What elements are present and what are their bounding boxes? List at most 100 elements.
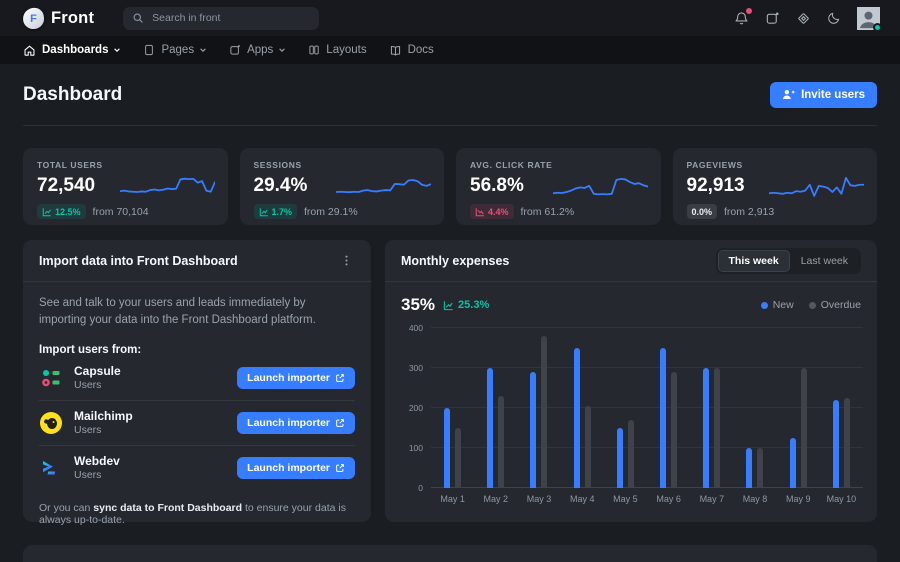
nav-item-apps[interactable]: Apps: [229, 44, 286, 56]
legend-item-overdue[interactable]: Overdue: [809, 299, 861, 311]
card-options-kebab-icon[interactable]: [338, 252, 355, 269]
global-search[interactable]: [123, 7, 319, 30]
bar-new: [833, 400, 839, 488]
chart-legend: New Overdue: [761, 299, 861, 311]
stat-card: TOTAL USERS 72,540 12.5% from 70,104: [23, 148, 228, 225]
bar-group-may-6: [660, 348, 677, 488]
source-name: Capsule: [74, 364, 121, 378]
bar-overdue: [671, 372, 677, 488]
user-avatar[interactable]: [857, 7, 880, 30]
notification-badge: [746, 8, 752, 14]
nav-label: Docs: [408, 44, 434, 56]
topbar-actions: [734, 7, 880, 30]
search-icon: [132, 12, 144, 24]
legend-label: New: [773, 299, 794, 311]
nav-label: Apps: [247, 44, 273, 56]
import-card-title: Import data into Front Dashboard: [39, 254, 238, 268]
apps-launcher-icon[interactable]: [765, 11, 780, 26]
bar-group-may-8: [746, 448, 763, 488]
source-name: Mailchimp: [74, 409, 133, 423]
expenses-bar-chart: 0100200300400: [401, 328, 863, 488]
bar-new: [617, 428, 623, 488]
chart-x-axis-labels: May 1May 2May 3May 4May 5May 6May 7May 8…: [431, 494, 863, 504]
x-axis-label: May 10: [820, 494, 863, 504]
y-axis-tick: 0: [401, 483, 423, 493]
top-navbar: F Front: [0, 0, 900, 36]
source-type: Users: [74, 424, 133, 436]
trend-delta: 4.4%: [488, 207, 509, 217]
invite-users-button[interactable]: Invite users: [770, 82, 877, 108]
nav-item-layouts[interactable]: Layouts: [308, 44, 366, 56]
bar-overdue: [455, 428, 461, 488]
launch-importer-button[interactable]: Launch importer: [237, 412, 355, 434]
import-data-card: Import data into Front Dashboard See and…: [23, 240, 371, 522]
chevron-down-icon: [278, 46, 286, 54]
widgets-diamond-icon[interactable]: [796, 11, 811, 26]
x-axis-label: May 1: [431, 494, 474, 504]
next-section-card: [23, 545, 877, 562]
launch-importer-button[interactable]: Launch importer: [237, 457, 355, 479]
notifications-bell-icon[interactable]: [734, 11, 749, 26]
trend-up-icon: [259, 207, 269, 217]
y-axis-tick: 100: [401, 443, 423, 453]
external-link-icon: [335, 463, 345, 473]
webdev-icon: [39, 456, 63, 480]
nav-label: Layouts: [326, 44, 366, 56]
chevron-down-icon: [199, 46, 207, 54]
x-axis-label: May 3: [517, 494, 560, 504]
expenses-delta-value: 25.3%: [458, 299, 489, 311]
import-source-row: Capsule Users Launch importer: [39, 356, 355, 401]
brand-logo[interactable]: F Front: [23, 8, 94, 29]
import-source-row: Webdev Users Launch importer: [39, 446, 355, 490]
brand-name: Front: [51, 9, 94, 28]
bar-overdue: [498, 396, 504, 488]
nav-item-dashboards[interactable]: Dashboards: [23, 44, 121, 57]
book-icon: [389, 44, 402, 57]
search-input[interactable]: [152, 12, 310, 24]
monthly-expenses-card: Monthly expenses This week Last week 35%…: [385, 240, 877, 522]
person-plus-icon: [782, 88, 795, 101]
nav-label: Dashboards: [42, 44, 108, 56]
stat-comparison: from 70,104: [93, 206, 149, 218]
x-axis-label: May 8: [733, 494, 776, 504]
import-source-row: Mailchimp Users Launch importer: [39, 401, 355, 446]
launch-importer-label: Launch importer: [247, 462, 330, 474]
bar-new: [487, 368, 493, 488]
import-sources-list: Capsule Users Launch importer Mailchimp …: [39, 356, 355, 490]
bar-overdue: [541, 336, 547, 488]
bar-new: [444, 408, 450, 488]
tab-last-week[interactable]: Last week: [790, 250, 859, 272]
tab-this-week[interactable]: This week: [718, 250, 790, 272]
stat-label: TOTAL USERS: [37, 160, 214, 170]
launch-importer-label: Launch importer: [247, 417, 330, 429]
file-icon: [143, 44, 155, 56]
week-toggle: This week Last week: [716, 248, 861, 274]
expenses-delta: 25.3%: [443, 299, 489, 311]
bars-area: [431, 328, 863, 488]
trend-delta: 0.0%: [692, 207, 713, 217]
launch-importer-button[interactable]: Launch importer: [237, 367, 355, 389]
stat-label: AVG. CLICK RATE: [470, 160, 647, 170]
invite-users-label: Invite users: [801, 89, 865, 101]
bar-overdue: [628, 420, 634, 488]
stat-comparison: from 2,913: [724, 206, 774, 218]
legend-item-new[interactable]: New: [761, 299, 794, 311]
nav-item-pages[interactable]: Pages: [143, 44, 207, 56]
trend-delta: 12.5%: [55, 207, 81, 217]
expenses-card-title: Monthly expenses: [401, 254, 509, 268]
bar-new: [660, 348, 666, 488]
capsule-icon: [39, 366, 63, 390]
bar-new: [703, 368, 709, 488]
bar-new: [574, 348, 580, 488]
stat-card: PAGEVIEWS 92,913 0.0% from 2,913: [673, 148, 878, 225]
bar-group-may-4: [574, 348, 591, 488]
trend-up-icon: [42, 207, 52, 217]
import-description: See and talk to your users and leads imm…: [39, 295, 355, 330]
box-arrow-icon: [229, 44, 241, 56]
bar-new: [746, 448, 752, 488]
sparkline-chart: [769, 171, 864, 204]
dark-mode-moon-icon[interactable]: [827, 11, 841, 25]
nav-item-docs[interactable]: Docs: [389, 44, 434, 57]
external-link-icon: [335, 373, 345, 383]
trend-up-icon: [443, 300, 454, 311]
